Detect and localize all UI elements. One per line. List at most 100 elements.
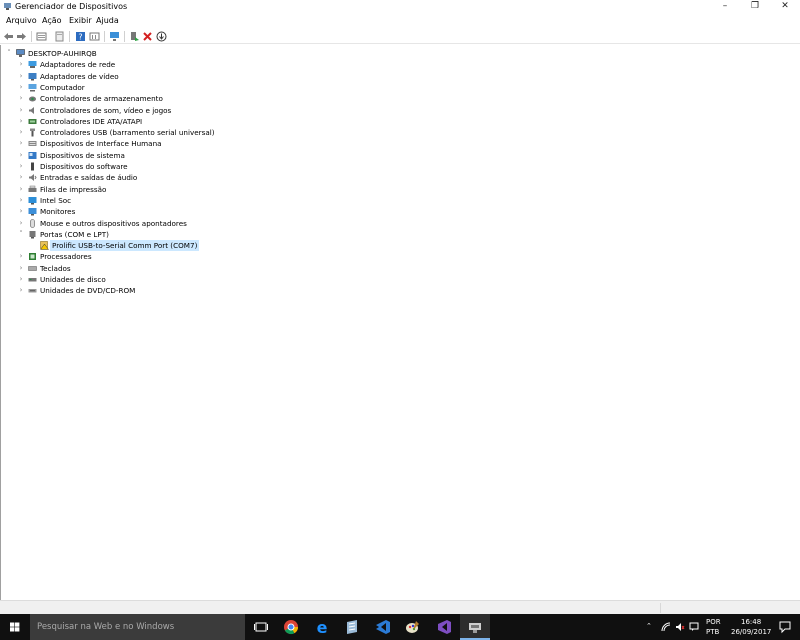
expand-chevron-icon[interactable]: › [17, 82, 25, 93]
expand-chevron-icon[interactable]: › [17, 161, 25, 172]
collapse-chevron-icon[interactable]: ˅ [17, 229, 25, 240]
tree-category-row[interactable]: › Filas de impressão [17, 184, 277, 195]
warning-port-icon [40, 241, 49, 250]
clock-date[interactable]: 26/09/2017 [731, 628, 771, 636]
minimize-button[interactable]: – [710, 0, 740, 14]
uninstall-icon[interactable] [142, 31, 153, 42]
language-top[interactable]: POR [706, 618, 721, 626]
tree-category-label: Monitores [40, 207, 76, 217]
expand-chevron-icon[interactable]: › [17, 59, 25, 70]
tree-category-label: Adaptadores de vídeo [40, 71, 119, 81]
expand-chevron-icon[interactable]: › [17, 263, 25, 274]
expand-chevron-icon[interactable]: › [17, 251, 25, 262]
search-placeholder: Pesquisar na Web e no Windows [37, 622, 175, 632]
taskbar-active-app[interactable] [460, 614, 490, 640]
expand-chevron-icon[interactable]: › [17, 218, 25, 229]
tree-category-row[interactable]: › Unidades de DVD/CD-ROM [17, 285, 277, 296]
details-icon[interactable] [89, 31, 100, 42]
notifications-icon[interactable] [778, 620, 792, 634]
properties-icon[interactable] [54, 31, 65, 42]
menu-exibir[interactable]: Exibir [69, 16, 92, 25]
toolbar-separator [124, 31, 125, 42]
enable-device-icon[interactable] [129, 31, 140, 42]
expand-chevron-icon[interactable]: › [17, 206, 25, 217]
expand-chevron-icon[interactable]: › [17, 274, 25, 285]
tree-category-row[interactable]: ˅ Portas (COM e LPT) [17, 229, 277, 240]
start-button[interactable] [0, 614, 30, 640]
properties-view-icon[interactable] [36, 31, 47, 42]
expand-chevron-icon[interactable]: › [17, 138, 25, 149]
tree-category-row[interactable]: › Adaptadores de vídeo [17, 71, 277, 82]
network-icon[interactable] [661, 622, 671, 632]
expand-chevron-icon[interactable]: › [17, 184, 25, 195]
restore-button[interactable]: ❐ [740, 0, 770, 14]
tree-category-label: Mouse e outros dispositivos apontadores [40, 218, 187, 228]
tree-category-row[interactable]: › Controladores USB (barramento serial un… [17, 127, 277, 138]
menu-ajuda[interactable]: Ajuda [96, 16, 119, 25]
system-device-icon [28, 151, 37, 159]
task-view-icon[interactable] [252, 618, 270, 636]
tree-category-label: Processadores [40, 252, 92, 262]
paint-icon[interactable] [404, 618, 422, 636]
expand-chevron-icon[interactable]: › [17, 71, 25, 82]
tree-category-row[interactable]: › Controladores de som, vídeo e jogos [17, 105, 277, 116]
expand-chevron-icon[interactable]: › [17, 172, 25, 183]
close-button[interactable]: ✕ [770, 0, 800, 14]
tree-category-row[interactable]: › Processadores [17, 251, 277, 262]
language-bottom[interactable]: PTB [706, 628, 719, 636]
clock-time[interactable]: 16:48 [741, 618, 761, 626]
tree-category-row[interactable]: › Teclados [17, 263, 277, 274]
notepad-icon[interactable] [343, 618, 361, 636]
computer-icon [16, 49, 25, 57]
tree-category-row[interactable]: › Unidades de disco [17, 274, 277, 285]
help-icon[interactable]: ? [75, 31, 86, 42]
expand-chevron-icon[interactable]: › [17, 116, 25, 127]
printer-icon [28, 185, 37, 192]
tree-category-row[interactable]: › Mouse e outros dispositivos apontadores [17, 218, 277, 229]
expand-chevron-icon[interactable]: › [17, 150, 25, 161]
show-hidden-icons-icon[interactable]: ⌃ [646, 622, 652, 630]
tree-category-row[interactable]: › Monitores [17, 206, 277, 217]
tree-category-row[interactable]: › Dispositivos de Interface Humana [17, 138, 277, 149]
computer-icon [28, 83, 37, 92]
tree-category-label: Intel Soc [40, 195, 72, 205]
tree-device-row[interactable]: Prolific USB-to-Serial Comm Port (COM7) [29, 240, 289, 252]
hid-icon [28, 141, 37, 147]
tree-category-label: Teclados [40, 263, 71, 273]
tree-category-row[interactable]: › Computador [17, 82, 277, 93]
tree-category-label: Dispositivos de sistema [40, 150, 125, 160]
software-device-icon [31, 162, 34, 171]
monitor-icon[interactable] [109, 31, 120, 42]
menu-arquivo[interactable]: Arquivo [6, 16, 37, 25]
volume-muted-icon[interactable] [675, 622, 685, 632]
tree-category-row[interactable]: › Controladores IDE ATA/ATAPI [17, 116, 277, 127]
chrome-icon[interactable] [282, 618, 300, 636]
expand-chevron-icon[interactable]: › [17, 285, 25, 296]
vscode-icon[interactable] [374, 618, 392, 636]
tree-category-label: Computador [40, 82, 85, 92]
expand-chevron-icon[interactable]: › [17, 127, 25, 138]
visual-studio-icon[interactable] [435, 618, 453, 636]
taskbar: Pesquisar na Web e no Windows e ⌃ POR PT… [0, 614, 800, 640]
back-icon[interactable] [3, 31, 14, 42]
expand-chevron-icon[interactable]: › [17, 195, 25, 206]
monitor-icon [28, 208, 37, 216]
expand-chevron-icon[interactable]: › [17, 93, 25, 104]
taskbar-search-box[interactable]: Pesquisar na Web e no Windows [30, 614, 245, 640]
ide-icon [28, 118, 37, 124]
toolbar-separator [31, 31, 32, 42]
action-center-icon[interactable] [689, 622, 699, 632]
tree-category-row[interactable]: › Dispositivos do software [17, 161, 277, 172]
edge-icon[interactable]: e [313, 618, 331, 636]
tree-category-row[interactable]: › Adaptadores de rede [17, 59, 277, 70]
collapse-chevron-icon[interactable]: ˅ [5, 48, 13, 59]
forward-icon[interactable] [16, 31, 27, 42]
expand-chevron-icon[interactable]: › [17, 105, 25, 116]
tree-category-row[interactable]: › Entradas e saídas de áudio [17, 172, 277, 183]
update-driver-icon[interactable] [156, 31, 167, 42]
tree-category-row[interactable]: › Intel Soc [17, 195, 277, 206]
tree-root[interactable]: ˅ DESKTOP-AUHIRQB [5, 48, 205, 59]
menu-acao[interactable]: Ação [42, 16, 62, 25]
tree-category-row[interactable]: › Dispositivos de sistema [17, 150, 277, 161]
tree-category-row[interactable]: › Controladores de armazenamento [17, 93, 277, 104]
